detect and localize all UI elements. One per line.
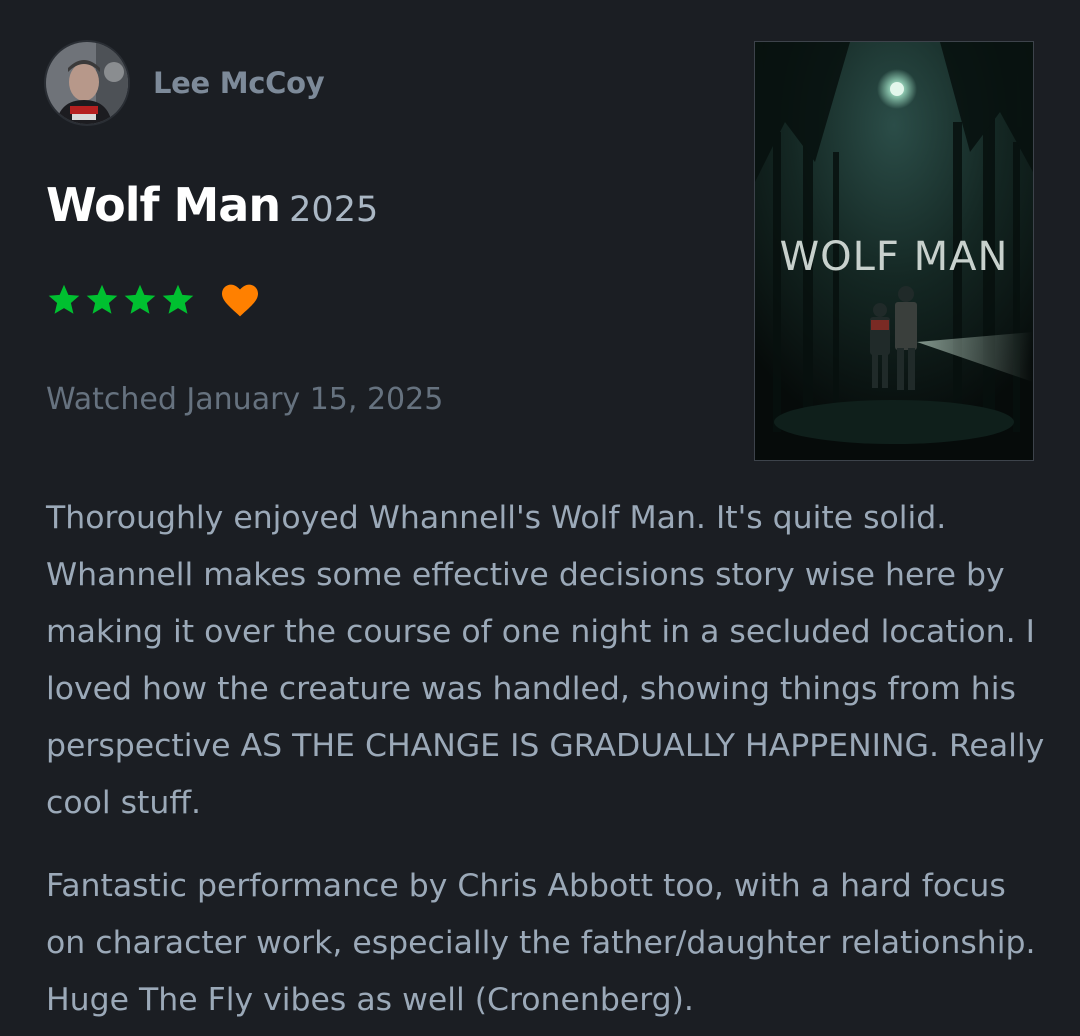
reviewer-name[interactable]: Lee McCoy <box>153 66 325 100</box>
review-page: Lee McCoy Wolf Man 2025 Watched January … <box>0 0 1080 1036</box>
star-icon <box>48 284 80 314</box>
film-poster[interactable]: WOLF MAN <box>754 41 1034 461</box>
film-title[interactable]: Wolf Man <box>46 178 281 232</box>
review-paragraph: Thoroughly enjoyed Whannell's Wolf Man. … <box>46 500 1045 821</box>
film-year[interactable]: 2025 <box>289 190 378 230</box>
review-paragraph: Fantastic performance by Chris Abbott to… <box>46 868 1036 1018</box>
avatar-photo-icon <box>46 42 128 124</box>
review-body: Thoroughly enjoyed Whannell's Wolf Man. … <box>46 490 1046 1036</box>
watched-date: Watched January 15, 2025 <box>46 382 444 417</box>
rating <box>46 282 260 318</box>
heart-icon <box>222 284 258 317</box>
poster-image: WOLF MAN <box>755 42 1033 460</box>
star-icon <box>86 284 118 314</box>
reviewer-avatar[interactable] <box>46 42 128 124</box>
film-title-row: Wolf Man 2025 <box>46 178 378 232</box>
star-icon <box>162 284 194 314</box>
poster-title: WOLF MAN <box>780 234 1009 280</box>
star-icon <box>124 284 156 314</box>
